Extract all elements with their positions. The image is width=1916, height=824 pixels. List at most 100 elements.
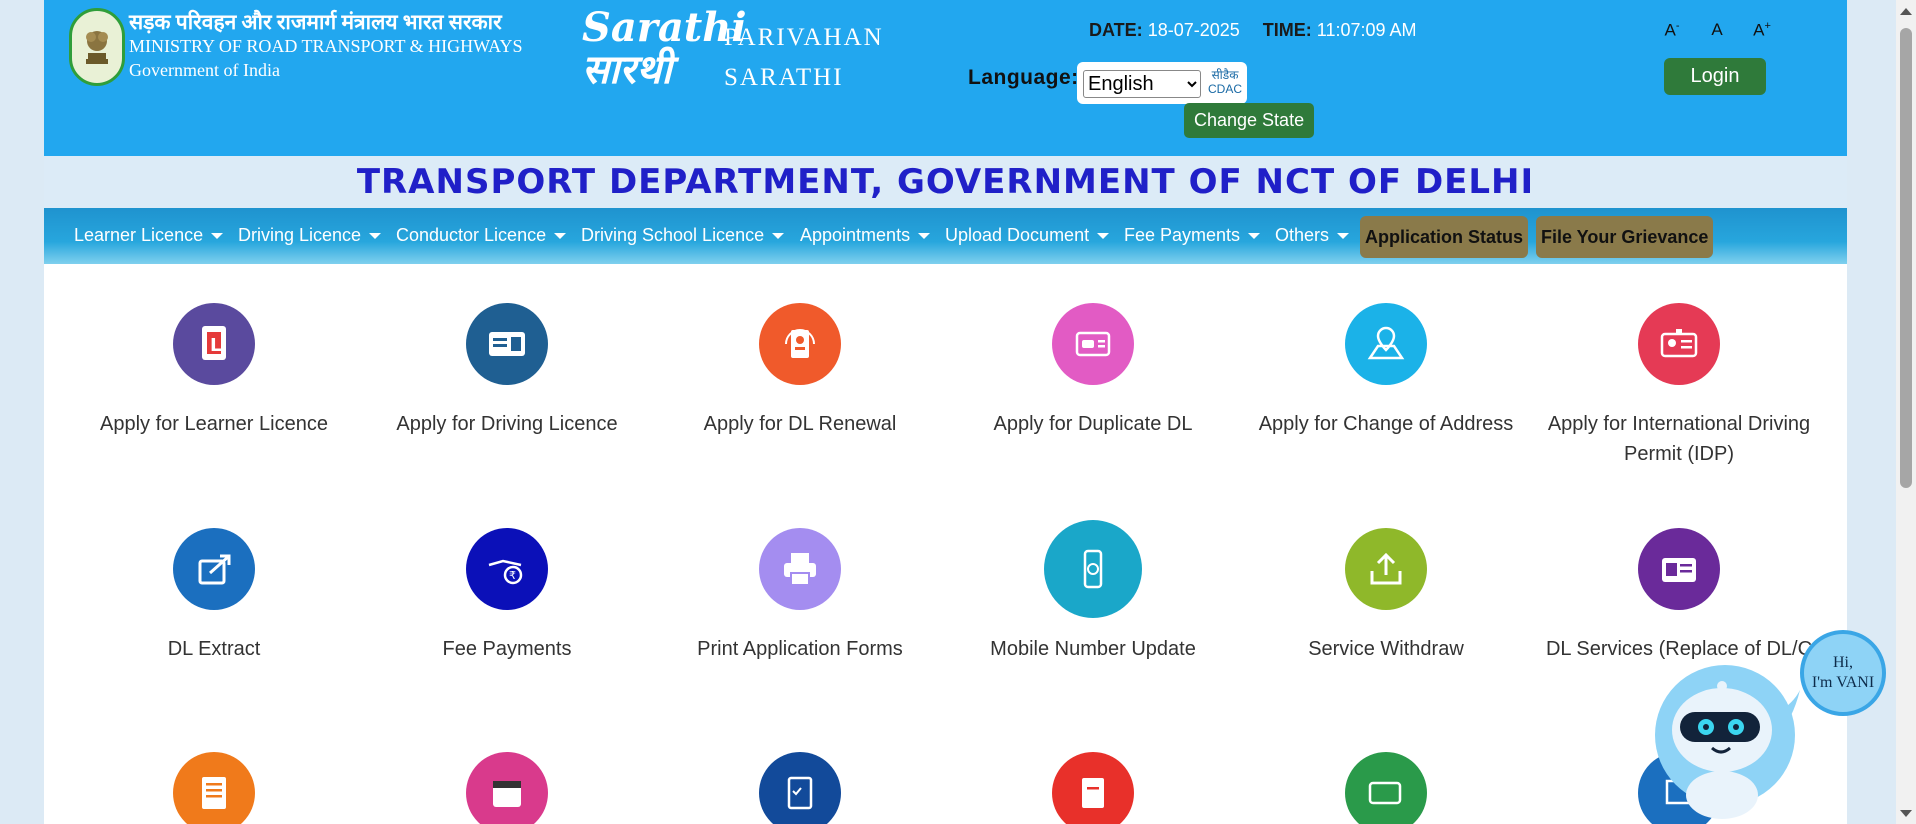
language-label: Language: <box>968 66 1079 89</box>
service-idp[interactable]: Apply for International Driving Permit (… <box>1533 303 1825 469</box>
font-increase-label: A <box>1753 20 1765 40</box>
service-row3-4[interactable] <box>947 752 1239 824</box>
nav-label: Learner Licence <box>74 225 204 245</box>
nav-driving-school-licence[interactable]: Driving School Licence <box>581 225 785 246</box>
nav-label: Others <box>1275 225 1330 245</box>
ministry-english: MINISTRY OF ROAD TRANSPORT & HIGHWAYS <box>129 36 523 56</box>
mobile-phone-icon <box>1044 520 1142 618</box>
location-pin-icon <box>1345 303 1427 385</box>
printer-icon <box>759 528 841 610</box>
site-header: सड़क परिवहन और राजमार्ग मंत्रालय भारत सर… <box>44 0 1847 156</box>
caret-down-icon <box>211 233 224 240</box>
cdac-english: CDAC <box>1207 82 1242 96</box>
nav-others[interactable]: Others <box>1275 225 1350 246</box>
scroll-thumb[interactable] <box>1900 28 1912 488</box>
service-row3-5[interactable] <box>1240 752 1532 824</box>
application-status-button[interactable]: Application Status <box>1360 216 1529 258</box>
calendar-icon <box>466 752 548 824</box>
greeting-line-2: I'm VANI <box>1811 674 1875 691</box>
service-driving-licence[interactable]: Apply for Driving Licence <box>361 303 653 439</box>
national-emblem-icon <box>69 8 125 86</box>
nav-label: Driving School Licence <box>581 225 765 245</box>
svg-text:L: L <box>210 335 221 356</box>
scroll-up-icon[interactable] <box>1900 8 1912 15</box>
service-label: Apply for Duplicate DL <box>993 413 1193 435</box>
logo-sarathi: SARATHI <box>724 64 844 91</box>
learner-licence-icon: L <box>173 303 255 385</box>
ministry-hindi: सड़क परिवहन और राजमार्ग मंत्रालय भारत सर… <box>129 10 502 34</box>
date-label: DATE: <box>1089 20 1143 40</box>
font-normal-label: A <box>1711 20 1723 39</box>
caret-down-icon <box>772 233 785 240</box>
idp-card-icon <box>1638 303 1720 385</box>
service-fee-payments[interactable]: ₹ Fee Payments <box>361 528 653 664</box>
nav-conductor-licence[interactable]: Conductor Licence <box>396 225 567 246</box>
card-check-icon <box>1345 752 1427 824</box>
caret-down-icon <box>918 233 931 240</box>
font-decrease-button[interactable]: A- <box>1654 20 1690 44</box>
service-withdraw[interactable]: Service Withdraw <box>1240 528 1532 664</box>
driving-licence-card-icon <box>466 303 548 385</box>
service-duplicate-dl[interactable]: Apply for Duplicate DL <box>947 303 1239 439</box>
change-state-button[interactable]: Change State <box>1184 103 1315 138</box>
nav-label: Driving Licence <box>238 225 362 245</box>
nav-label: Upload Document <box>945 225 1090 245</box>
font-decrease-label: A <box>1664 20 1676 40</box>
service-label: Fee Payments <box>442 638 572 660</box>
caret-down-icon <box>554 233 567 240</box>
nav-learner-licence[interactable]: Learner Licence <box>74 225 224 246</box>
nav-appointments[interactable]: Appointments <box>800 225 931 246</box>
file-grievance-button[interactable]: File Your Grievance <box>1536 216 1714 258</box>
department-title: TRANSPORT DEPARTMENT, GOVERNMENT OF NCT … <box>356 162 1535 202</box>
time-value: 11:07:09 AM <box>1316 20 1417 40</box>
scroll-down-icon[interactable] <box>1900 810 1912 817</box>
font-increase-button[interactable]: A+ <box>1744 20 1780 44</box>
service-change-of-address[interactable]: Apply for Change of Address <box>1240 303 1532 439</box>
dl-renewal-icon <box>759 303 841 385</box>
service-dl-extract[interactable]: DL Extract <box>68 528 360 664</box>
font-normal-button[interactable]: A <box>1699 20 1735 44</box>
upload-tray-icon <box>1345 528 1427 610</box>
login-button[interactable]: Login <box>1664 58 1766 95</box>
form-list-icon <box>173 752 255 824</box>
service-print-forms[interactable]: Print Application Forms <box>654 528 946 664</box>
service-learner-licence[interactable]: L Apply for Learner Licence <box>68 303 360 439</box>
chatbot-vani[interactable]: Hi, I'm VANI <box>1640 620 1886 824</box>
service-label: Service Withdraw <box>1308 638 1464 660</box>
page-scrollbar[interactable] <box>1896 0 1916 824</box>
duplicate-dl-icon <box>1052 303 1134 385</box>
government-of-india: Government of India <box>129 60 280 80</box>
service-label: Apply for Driving Licence <box>396 413 618 435</box>
service-row3-3[interactable] <box>654 752 946 824</box>
service-label: Apply for DL Renewal <box>703 413 897 435</box>
service-dl-renewal[interactable]: Apply for DL Renewal <box>654 303 946 439</box>
cdac-hindi: सीडैक <box>1211 68 1239 82</box>
font-increase-sup: + <box>1764 20 1771 32</box>
language-select[interactable]: English <box>1083 70 1201 98</box>
id-card-icon <box>1638 528 1720 610</box>
service-label: Apply for Change of Address <box>1258 413 1514 435</box>
page: सड़क परिवहन और राजमार्ग मंत्रालय भारत सर… <box>44 0 1847 824</box>
service-row3-1[interactable] <box>68 752 360 824</box>
font-decrease-sup: - <box>1675 20 1680 32</box>
service-label: Mobile Number Update <box>990 638 1196 660</box>
logo-parivahan: PARIVAHAN <box>724 24 884 51</box>
department-banner: TRANSPORT DEPARTMENT, GOVERNMENT OF NCT … <box>44 156 1847 208</box>
clipboard-check-icon <box>759 752 841 824</box>
nav-label: Conductor Licence <box>396 225 547 245</box>
clipboard-chart-icon <box>1052 752 1134 824</box>
nav-fee-payments[interactable]: Fee Payments <box>1124 225 1261 246</box>
ministry-name: सड़क परिवहन और राजमार्ग मंत्रालय भारत सर… <box>129 10 523 82</box>
service-row3-2[interactable] <box>361 752 653 824</box>
nav-driving-licence[interactable]: Driving Licence <box>238 225 382 246</box>
service-label: Apply for International Driving Permit (… <box>1547 413 1811 465</box>
logo-script-hindi: सारथी <box>582 46 672 93</box>
time-label: TIME: <box>1262 20 1312 40</box>
nav-upload-document[interactable]: Upload Document <box>945 225 1110 246</box>
date-value: 18-07-2025 <box>1147 20 1240 40</box>
service-label: DL Extract <box>167 638 261 660</box>
caret-down-icon <box>1337 233 1350 240</box>
chatbot-greeting-bubble[interactable]: Hi, I'm VANI <box>1800 630 1886 716</box>
service-mobile-number-update[interactable]: Mobile Number Update <box>947 520 1239 664</box>
nav-label: Appointments <box>800 225 911 245</box>
